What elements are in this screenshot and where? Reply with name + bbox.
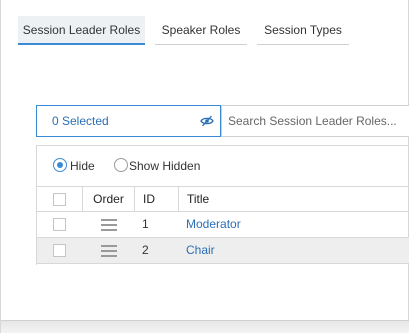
row-title-cell: Moderator (178, 212, 409, 237)
row-id-cell: 1 (134, 212, 178, 237)
row-order-cell (82, 212, 134, 237)
show-hidden-radio[interactable] (114, 158, 128, 172)
filter-row: 0 Selected (36, 105, 409, 137)
table-header-row: Order ID Title (37, 186, 409, 212)
table-row: 1 Moderator (37, 212, 409, 238)
row-id-cell: 2 (134, 238, 178, 263)
tab-session-types[interactable]: Session Types (257, 16, 349, 45)
row-id: 2 (142, 243, 149, 257)
drag-handle-icon[interactable] (101, 219, 117, 231)
row-checkbox[interactable] (53, 218, 66, 231)
select-all-cell (37, 187, 82, 211)
window-bottom-edge (1, 320, 409, 333)
row-id: 1 (142, 217, 149, 231)
search-input[interactable] (221, 106, 409, 136)
tab-speaker-roles[interactable]: Speaker Roles (155, 16, 247, 45)
tab-session-leader-roles[interactable]: Session Leader Roles (18, 16, 145, 45)
selected-count-label: 0 Selected (52, 114, 109, 128)
show-hidden-radio-label[interactable]: Show Hidden (129, 159, 200, 173)
roles-table: Order ID Title 1 Moderator 2 Chair (37, 186, 409, 264)
selected-count-box[interactable]: 0 Selected (36, 105, 221, 137)
drag-handle-icon[interactable] (101, 245, 117, 257)
row-title-link[interactable]: Moderator (178, 217, 241, 231)
eye-slash-icon[interactable] (200, 115, 214, 127)
row-checkbox[interactable] (53, 244, 66, 257)
row-title-link[interactable]: Chair (178, 243, 215, 257)
column-header-title-label: Title (187, 192, 210, 206)
roles-panel: Hide Show Hidden Order ID Title 1 Modera… (36, 145, 409, 265)
column-header-id[interactable]: ID (134, 187, 178, 211)
table-row: 2 Chair (37, 238, 409, 264)
hide-radio-label[interactable]: Hide (70, 159, 95, 173)
row-title-cell: Chair (178, 238, 409, 263)
select-all-checkbox[interactable] (53, 193, 66, 206)
column-header-order[interactable]: Order (82, 187, 134, 211)
hide-radio[interactable] (53, 158, 67, 172)
roles-window: Session Leader Roles Speaker Roles Sessi… (0, 0, 409, 333)
row-select-cell (37, 238, 82, 263)
row-order-cell (82, 238, 134, 263)
row-select-cell (37, 212, 82, 237)
column-header-id-label: ID (143, 192, 155, 206)
column-header-title[interactable]: Title (178, 187, 409, 211)
